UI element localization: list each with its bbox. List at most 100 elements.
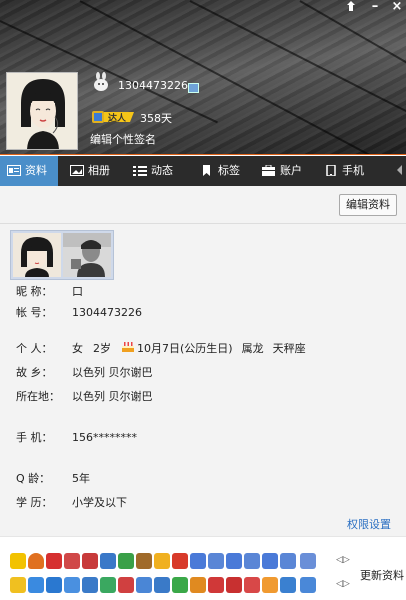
red-gem-icon[interactable]	[226, 577, 242, 593]
blue-box-icon[interactable]	[28, 577, 44, 593]
tab-account[interactable]: 账户	[262, 156, 302, 186]
red-folder-icon[interactable]	[82, 553, 98, 569]
tab-profile[interactable]: 资料	[0, 156, 58, 186]
vip-card-icon[interactable]	[188, 83, 199, 93]
red-person-icon[interactable]	[46, 553, 62, 569]
edit-profile-button[interactable]: 编辑资料	[339, 194, 397, 216]
blue-gem-icon[interactable]	[280, 553, 296, 569]
yellow-star-icon[interactable]	[10, 577, 26, 593]
tab-tags[interactable]: 标签	[200, 156, 240, 186]
q-age-row: Q 龄： 5年	[16, 470, 90, 486]
blue-gem-icon[interactable]	[208, 553, 224, 569]
photo-strip[interactable]	[10, 230, 114, 280]
bookmark-tag-icon	[203, 164, 210, 176]
orange-heart-icon[interactable]	[262, 577, 278, 593]
pin-icon	[347, 1, 355, 11]
tab-mobile[interactable]: 手机	[324, 156, 364, 186]
phone-value: 156********	[72, 431, 137, 444]
red-person-icon[interactable]	[244, 577, 260, 593]
red-person-icon[interactable]	[208, 577, 224, 593]
nickname-row: 昵 称： 口	[16, 283, 83, 299]
blue-gem-icon[interactable]	[300, 553, 316, 569]
level-label: 达人	[108, 114, 127, 124]
scroll-arrows-icon[interactable]: ◁▷	[336, 579, 350, 591]
phone-row: 手 机： 156********	[16, 429, 137, 445]
blue-gem-icon[interactable]	[244, 553, 260, 569]
nav-scroll-left-icon[interactable]	[397, 165, 402, 175]
blue-gem-icon[interactable]	[136, 577, 152, 593]
permission-settings-link[interactable]: 权限设置	[347, 516, 391, 532]
blue-box-icon[interactable]	[300, 577, 316, 593]
field-label: 个 人：	[16, 342, 53, 355]
birthday-cake-icon	[121, 340, 135, 355]
blue-gem-icon[interactable]	[190, 553, 206, 569]
nickname-value: 口	[72, 285, 83, 298]
blue-box-icon[interactable]	[280, 577, 296, 593]
orange-person-icon[interactable]	[190, 577, 206, 593]
menu-button[interactable]	[342, 0, 360, 14]
rabbit-pet-icon[interactable]	[92, 72, 110, 92]
blue-gem-icon[interactable]	[262, 553, 278, 569]
location-value: 以色列 贝尔谢巴	[72, 390, 153, 403]
active-days: 358天	[140, 112, 172, 125]
wood-grain	[189, 0, 406, 120]
star-icon[interactable]	[154, 553, 170, 569]
field-label: 学 历：	[16, 496, 53, 509]
wallet-icon	[262, 164, 275, 176]
gender-value: 女	[72, 342, 83, 355]
red-box-icon[interactable]	[172, 553, 188, 569]
personal-row: 个 人： 女 2岁 10月7日(公历生日) 属龙 天秤座	[16, 340, 306, 356]
account-row: 帐 号： 1304473226	[16, 304, 142, 320]
green-box-icon[interactable]	[172, 577, 188, 593]
green-folder-icon[interactable]	[118, 553, 134, 569]
field-label: 故 乡：	[16, 366, 53, 379]
field-label: 所在地：	[16, 390, 60, 403]
update-info-text[interactable]: 更新资料	[360, 567, 404, 583]
scroll-arrows-icon[interactable]: ◁▷	[336, 555, 350, 567]
photo-illustration	[63, 233, 111, 277]
q-age-value: 5年	[72, 472, 90, 485]
education-value: 小学及以下	[72, 496, 127, 509]
hometown-row: 故 乡： 以色列 贝尔谢巴	[16, 364, 153, 380]
field-label: Q 龄：	[16, 472, 51, 485]
service-icons-row-2: ◁▷	[10, 577, 350, 595]
zodiac-value: 属龙	[241, 342, 264, 355]
service-icons-row-1: ◁▷	[10, 553, 350, 571]
photo-thumbnail[interactable]	[13, 233, 61, 277]
red-folder-icon[interactable]	[64, 553, 80, 569]
blue-gem-icon[interactable]	[226, 553, 242, 569]
blue-gem-icon[interactable]	[64, 577, 80, 593]
age-value: 2岁	[93, 342, 111, 355]
profile-header: – × 1304473226 达人 358天 编辑个性签名	[0, 0, 406, 155]
education-row: 学 历： 小学及以下	[16, 494, 127, 510]
field-label: 昵 称：	[16, 285, 53, 298]
green-gem-icon[interactable]	[100, 577, 116, 593]
yellow-gem-icon[interactable]	[10, 553, 26, 569]
blue-gem-icon[interactable]	[154, 577, 170, 593]
profile-info-panel: 编辑资料 昵 称：口 帐 号： 1304473226 个 人： 女 2岁 10月…	[0, 186, 406, 536]
person-icon[interactable]	[28, 553, 44, 569]
minimize-button[interactable]: –	[366, 0, 384, 14]
tab-feed[interactable]: 动态	[133, 156, 173, 186]
photo-album-icon	[70, 164, 84, 176]
field-label: 手 机：	[16, 431, 53, 444]
feed-list-icon	[133, 165, 147, 176]
tab-label: 资料	[25, 164, 47, 177]
brown-folder-icon[interactable]	[136, 553, 152, 569]
avatar[interactable]	[6, 72, 78, 150]
red-box-icon[interactable]	[118, 577, 134, 593]
mobile-phone-icon	[326, 164, 336, 176]
profile-tab-bar: 资料 相册 动态 标签 账户 手机	[0, 156, 406, 186]
photo-thumbnail[interactable]	[63, 233, 111, 277]
signature-edit[interactable]: 编辑个性签名	[90, 131, 156, 147]
blue-box-icon[interactable]	[46, 577, 62, 593]
service-icon-bar: ◁▷ ◁▷ 更新资料	[0, 536, 406, 600]
close-button[interactable]: ×	[388, 0, 406, 14]
tab-album[interactable]: 相册	[70, 156, 110, 186]
tab-label: 动态	[151, 164, 173, 177]
blue-folder-icon[interactable]	[100, 553, 116, 569]
photo-illustration	[13, 233, 61, 277]
constellation-value: 天秤座	[272, 342, 306, 355]
hometown-value: 以色列 贝尔谢巴	[72, 366, 153, 379]
blue-cup-icon[interactable]	[82, 577, 98, 593]
